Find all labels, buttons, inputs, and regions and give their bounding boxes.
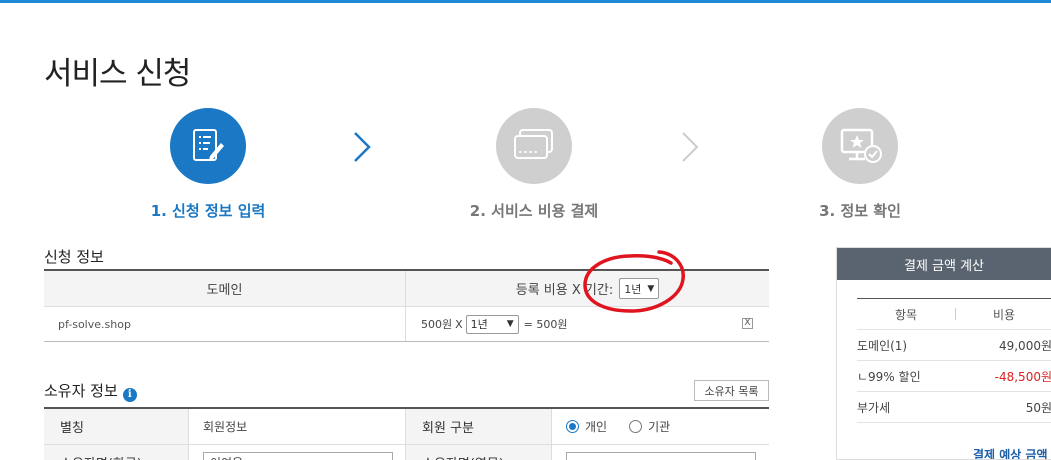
payment-calc-panel: 결제 금액 계산 항목 비용 도메인(1) 49,000원 ㄴ99% 할인 -4… [836, 247, 1051, 460]
chevron-down-icon: ▼ [506, 319, 514, 329]
owner-section-label: 소유자 정보 [44, 382, 118, 400]
calc-item: ㄴ99% 할인 [857, 369, 921, 384]
owner-name-english-cell [552, 445, 769, 460]
radio-individual-label: 개인 [585, 420, 608, 434]
top-accent-bar [0, 0, 1051, 3]
payment-card-icon [496, 108, 572, 184]
calc-row: ㄴ99% 할인 -48,500원 [857, 361, 1051, 392]
domain-name: pf-solve.shop [44, 307, 406, 341]
member-type-options: 개인 기관 [552, 409, 769, 444]
radio-organization-label: 기관 [648, 420, 671, 434]
owner-name-korean-label: 소유자명(한글) [44, 445, 189, 460]
calc-item: 도메인(1) [857, 338, 908, 353]
step-3-label: 3. 정보 확인 [819, 202, 901, 220]
owner-name-korean-input[interactable]: 이여은 [203, 451, 393, 460]
calc-row: 도메인(1) 49,000원 [857, 330, 1051, 361]
estimated-total-label: 결제 예상 금액 [973, 448, 1048, 460]
owner-name-korean-cell: 이여은 [189, 445, 406, 460]
period-select-row-value: 1년 [470, 318, 488, 331]
owner-list-button[interactable]: 소유자 목록 [694, 380, 769, 401]
alias-value: 회원정보 [189, 409, 406, 444]
application-section-title: 신청 정보 [44, 248, 104, 266]
owner-section-title: 소유자 정보 i [44, 380, 137, 402]
annotation-circle [583, 250, 685, 313]
owner-name-english-label: 소유자명(영문) [406, 445, 552, 460]
owner-table: 별칭 회원정보 회원 구분 개인 기관 소유자명(한글) 이여은 소유자명(영문… [44, 407, 769, 460]
row-total: = 500원 [523, 318, 568, 331]
step-2-label: 2. 서비스 비용 결제 [469, 202, 599, 220]
calc-table: 항목 비용 도메인(1) 49,000원 ㄴ99% 할인 -48,500원 부가… [857, 298, 1051, 423]
domain-column-header: 도메인 [44, 271, 406, 306]
step-arrow-inactive-icon [682, 132, 699, 162]
step-2: 2. 서비스 비용 결제 [424, 108, 644, 221]
radio-organization[interactable]: 기관 [629, 418, 670, 435]
period-select-row[interactable]: 1년 ▼ [465, 314, 519, 334]
calc-cost: 49,000원 [998, 338, 1051, 353]
radio-selected-icon[interactable] [566, 420, 579, 433]
owner-row: 별칭 회원정보 회원 구분 개인 기관 [44, 409, 769, 445]
info-icon[interactable]: i [122, 387, 137, 402]
unit-price: 500원 [421, 318, 453, 331]
remove-row-icon[interactable]: X [742, 318, 753, 329]
calc-item: 부가세 [857, 400, 891, 415]
calc-cost-discount: -48,500원 [994, 369, 1051, 384]
alias-label: 별칭 [44, 409, 189, 444]
monitor-check-icon [822, 108, 898, 184]
step-1: 1. 신청 정보 입력 [98, 108, 318, 221]
owner-row: 소유자명(한글) 이여은 소유자명(영문) [44, 445, 769, 460]
form-edit-icon [170, 108, 246, 184]
calc-cost: 50원 [1025, 400, 1051, 415]
cost-header: 비용 [992, 307, 1016, 322]
radio-unselected-icon[interactable] [629, 420, 643, 433]
times-sign: X [455, 317, 463, 331]
calc-row: 부가세 50원 [857, 392, 1051, 423]
step-3: 3. 정보 확인 [750, 108, 970, 221]
calc-table-header: 항목 비용 [857, 299, 1051, 330]
step-1-label: 1. 신청 정보 입력 [150, 202, 266, 220]
page-title: 서비스 신청 [44, 56, 191, 92]
owner-name-english-input[interactable] [566, 451, 756, 460]
step-arrow-active-icon [354, 132, 371, 162]
calc-panel-title: 결제 금액 계산 [837, 248, 1051, 280]
member-type-label: 회원 구분 [406, 409, 552, 444]
item-header: 항목 [894, 307, 918, 322]
radio-individual[interactable]: 개인 [566, 418, 607, 435]
